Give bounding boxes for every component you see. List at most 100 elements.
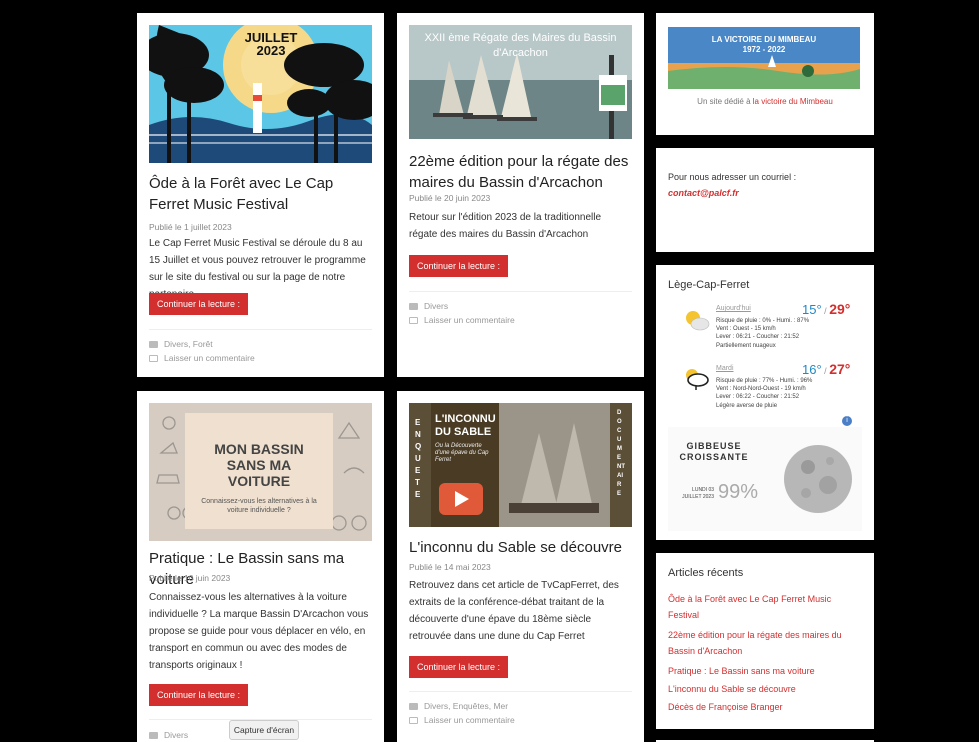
contact-email-link[interactable]: contact@palcf.fr xyxy=(668,188,739,198)
post-card: JUILLET 2023 Ôde à la Forêt avec Le Cap … xyxy=(137,13,384,377)
post-thumbnail[interactable]: JUILLET 2023 xyxy=(149,25,372,163)
moon-icon xyxy=(784,445,852,513)
victoire-link[interactable]: la victoire du Mimbeau xyxy=(753,97,833,106)
recent-item[interactable]: Pratique : Le Bassin sans ma voiture xyxy=(668,663,863,679)
weather-desc: Légère averse de pluie xyxy=(716,403,778,409)
weather-rain-humidity: Risque de pluie : 0% - Humi. : 87% xyxy=(716,318,810,324)
read-more-button[interactable]: Continuer la lecture : xyxy=(409,255,509,277)
post-date: Publié le 20 juin 2023 xyxy=(409,193,491,203)
category-links[interactable]: Divers, Enquêtes, Mer xyxy=(424,701,508,711)
post-date: Publié le 14 mai 2023 xyxy=(409,562,491,572)
post-card: L'INCONNU DU SABLE Ou la Découverte d'un… xyxy=(397,391,644,742)
post-title[interactable]: Pratique : Le Bassin sans ma voiture xyxy=(149,548,374,590)
thumbnail-subtitle: Connaissez-vous les alternatives à la vo… xyxy=(201,498,317,514)
post-excerpt: Retrouvez dans cet article de TvCapFerre… xyxy=(409,580,619,642)
post-comments: Laisser un commentaire xyxy=(149,353,255,363)
weather-day-name[interactable]: Mardi xyxy=(716,365,734,372)
comment-link[interactable]: Laisser un commentaire xyxy=(424,315,515,325)
moon-panel: GIBBEUSE CROISSANTE LUNDI 03 JUILLET 202… xyxy=(668,427,862,531)
comment-icon xyxy=(409,316,418,324)
thumbnail-title: L'INCONNU DU SABLE xyxy=(435,413,496,438)
post-thumbnail[interactable]: XXII ème Régate des Maires du Bassin d'A… xyxy=(409,25,632,139)
post-categories: Divers xyxy=(409,301,448,311)
folder-icon xyxy=(149,731,158,739)
banner-title: LA VICTOIRE DU MIMBEAU xyxy=(711,35,817,44)
temp-max: 29° xyxy=(829,301,851,317)
partly-cloudy-icon xyxy=(686,311,710,331)
weather-day: Aujourd'hui 15° / 29° Risque de pluie : … xyxy=(668,301,868,355)
widget-title: Articles récents xyxy=(668,567,744,579)
post-title[interactable]: 22ème édition pour la régate des maires … xyxy=(409,151,634,193)
victoire-caption: Un site dédié à la victoire du Mimbeau xyxy=(656,97,874,106)
screenshot-tooltip: Capture d'écran xyxy=(229,720,299,740)
post-title[interactable]: L'inconnu du Sable se découvre xyxy=(409,537,634,558)
divider xyxy=(149,329,372,330)
category-links[interactable]: Divers xyxy=(424,301,448,311)
post-excerpt: Connaissez-vous les alternatives à la vo… xyxy=(149,592,369,671)
post-thumbnail[interactable]: L'INCONNU DU SABLE Ou la Découverte d'un… xyxy=(409,403,632,527)
recent-articles-widget: Articles récents Ôde à la Forêt avec Le … xyxy=(656,553,874,729)
info-icon[interactable]: i xyxy=(842,416,852,426)
weather-wind: Vent : Ouest - 15 km/h xyxy=(716,326,776,332)
comment-link[interactable]: Laisser un commentaire xyxy=(424,715,515,725)
post-comments: Laisser un commentaire xyxy=(409,315,515,325)
rain-shower-icon xyxy=(686,369,709,390)
post-title[interactable]: Ôde à la Forêt avec Le Cap Ferret Music … xyxy=(149,173,374,215)
post-card: XXII ème Régate des Maires du Bassin d'A… xyxy=(397,13,644,377)
weather-desc: Partiellement nuageux xyxy=(716,343,776,349)
weather-temps: 15° / 29° xyxy=(802,301,850,317)
folder-icon xyxy=(409,302,418,310)
comment-icon xyxy=(149,354,158,362)
post-categories: Divers, Enquêtes, Mer xyxy=(409,701,508,711)
post-date: Publié le 1 juillet 2023 xyxy=(149,222,232,232)
post-comments: Laisser un commentaire xyxy=(409,715,515,725)
temp-min: 16° xyxy=(802,362,822,377)
divider xyxy=(409,291,632,292)
contact-widget: Pour nous adresser un courriel : contact… xyxy=(656,148,874,252)
weather-wind: Vent : Nord-Nord-Ouest - 19 km/h xyxy=(716,386,806,392)
thumbnail-caption: JUILLET 2023 xyxy=(244,30,298,58)
category-links[interactable]: Divers, Forêt xyxy=(164,339,213,349)
recent-item[interactable]: 22ème édition pour la régate des maires … xyxy=(668,627,863,659)
thumbnail-title: MON BASSIN SANS MA VOITURE xyxy=(214,441,304,489)
thumbnail-subtitle: Ou la Découverte d'une épave du Cap Ferr… xyxy=(435,443,489,463)
thumbnail-caption: XXII ème Régate des Maires du Bassin d'A… xyxy=(424,32,617,59)
victoire-widget: LA VICTOIRE DU MIMBEAU 1972 - 2022 Un si… xyxy=(656,13,874,135)
weather-widget: Lège-Cap-Ferret Aujourd'hui 15° / 29° Ri… xyxy=(656,265,874,540)
weather-temps: 16° / 27° xyxy=(802,361,850,377)
banner-years: 1972 - 2022 xyxy=(742,45,786,54)
recent-item[interactable]: L'inconnu du Sable se découvre xyxy=(668,681,863,697)
post-date: Publié le 10 juin 2023 xyxy=(149,573,231,583)
moon-date: LUNDI 03 JUILLET 2023 xyxy=(682,487,714,500)
read-more-button[interactable]: Continuer la lecture : xyxy=(149,293,249,315)
folder-icon xyxy=(149,340,158,348)
thumbnail-side-right: DOCUMENTAIRE xyxy=(617,410,625,497)
divider xyxy=(409,691,632,692)
recent-item[interactable]: Ôde à la Forêt avec Le Cap Ferret Music … xyxy=(668,591,863,623)
thumbnail-panel: MON BASSIN SANS MA VOITURE Connaissez-vo… xyxy=(185,413,333,529)
post-excerpt: Retour sur l'édition 2023 de la traditio… xyxy=(409,212,602,240)
widget-title: Lège-Cap-Ferret xyxy=(668,279,750,291)
weather-day: Mardi 16° / 27° Risque de pluie : 77% - … xyxy=(668,361,868,415)
read-more-button[interactable]: Continuer la lecture : xyxy=(149,684,249,706)
temp-min: 15° xyxy=(802,302,822,317)
caption-prefix: Un site dédié à xyxy=(697,97,751,106)
recent-item[interactable]: Décès de Françoise Branger xyxy=(668,699,863,715)
contact-label: Pour nous adresser un courriel : xyxy=(668,172,797,182)
temp-max: 27° xyxy=(829,361,851,377)
folder-icon xyxy=(409,702,418,710)
post-thumbnail[interactable]: MON BASSIN SANS MA VOITURE Connaissez-vo… xyxy=(149,403,372,541)
weather-rain-humidity: Risque de pluie : 77% - Humi. : 96% xyxy=(716,378,813,384)
moon-percent: 99% xyxy=(718,481,759,503)
post-card: MON BASSIN SANS MA VOITURE Connaissez-vo… xyxy=(137,391,384,742)
post-categories: Divers xyxy=(149,730,188,740)
post-categories: Divers, Forêt xyxy=(149,339,213,349)
read-more-button[interactable]: Continuer la lecture : xyxy=(409,656,509,678)
thumbnail-side-left: ENQUETE xyxy=(415,418,422,499)
moon-phase: GIBBEUSE CROISSANTE xyxy=(679,441,749,462)
weather-sun: Lever : 06:22 - Coucher : 21:52 xyxy=(716,394,800,400)
category-links[interactable]: Divers xyxy=(164,730,188,740)
comment-link[interactable]: Laisser un commentaire xyxy=(164,353,255,363)
weather-day-name[interactable]: Aujourd'hui xyxy=(716,305,751,312)
victoire-banner[interactable]: LA VICTOIRE DU MIMBEAU 1972 - 2022 xyxy=(668,27,860,89)
